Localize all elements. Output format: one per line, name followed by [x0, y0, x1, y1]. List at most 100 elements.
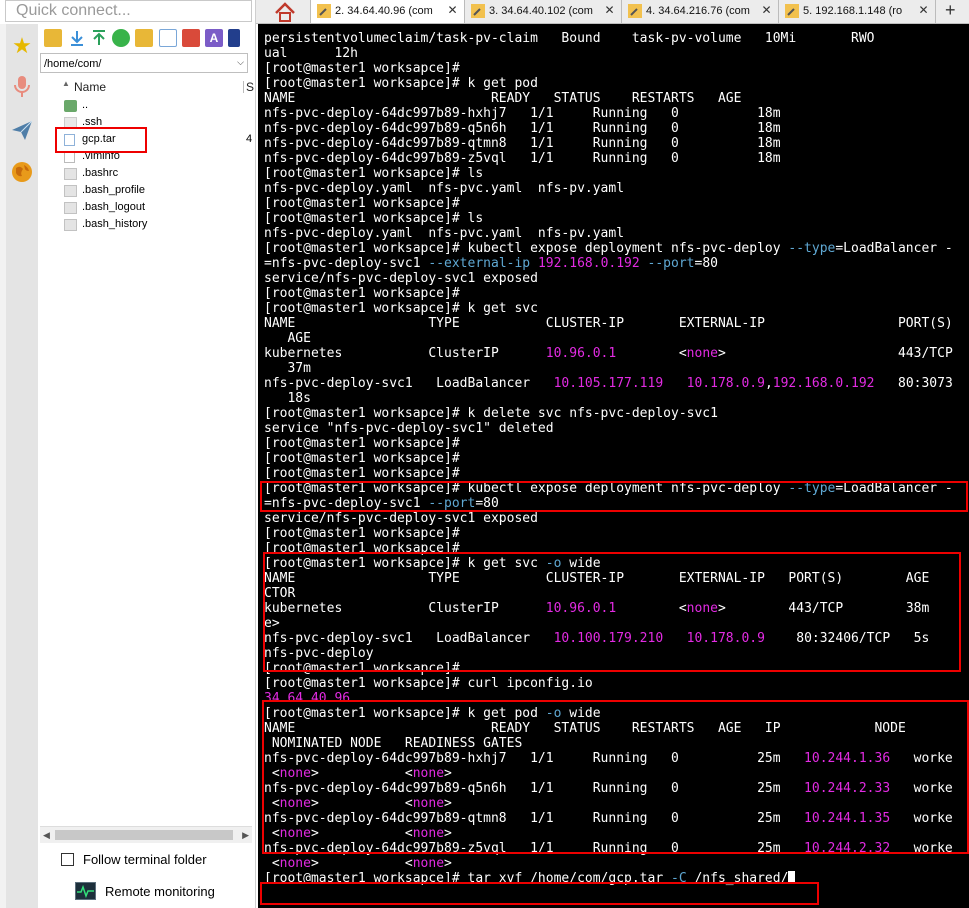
terminal-line: kubernetes ClusterIP 10.96.0.1 <none> 44… — [264, 346, 953, 361]
terminal-line: 18s — [264, 391, 311, 406]
path-selector[interactable]: ⌵ — [40, 53, 248, 73]
folder-up-icon — [64, 100, 77, 112]
terminal[interactable]: persistentvolumeclaim/task-pv-claim Boun… — [258, 24, 969, 908]
refresh-icon[interactable] — [112, 29, 130, 47]
file-browser-panel: ★ A ⌵ ▲ Name S .. — [0, 0, 256, 908]
scroll-right-icon[interactable]: ▶ — [242, 830, 249, 841]
terminal-line: [root@master1 worksapce]# — [264, 61, 460, 76]
close-icon[interactable]: ✕ — [916, 3, 931, 18]
terminal-line: service/nfs-pvc-deploy-svc1 exposed — [264, 271, 538, 286]
column-divider[interactable] — [243, 81, 244, 93]
close-icon[interactable]: ✕ — [445, 3, 460, 18]
tab-session-2[interactable]: 2. 34.64.40.96 (com ✕ — [311, 0, 465, 23]
chevron-down-icon[interactable]: ⌵ — [237, 57, 244, 68]
path-input[interactable] — [41, 55, 227, 73]
paper-plane-icon[interactable] — [10, 118, 34, 142]
microphone-icon[interactable] — [10, 74, 34, 98]
remote-monitoring-label: Remote monitoring — [105, 884, 215, 899]
star-icon[interactable]: ★ — [10, 34, 34, 58]
terminal-line: nfs-pvc-deploy-64dc997b89-qtmn8 1/1 Runn… — [264, 136, 781, 151]
remote-monitoring-button[interactable]: Remote monitoring — [75, 882, 255, 904]
annotation-box-get-svc — [263, 552, 961, 672]
file-list-header: ▲ Name S — [40, 78, 254, 96]
tab-session-4[interactable]: 4. 34.64.216.76 (com ✕ — [622, 0, 779, 23]
terminal-line: nfs-pvc-deploy-64dc997b89-z5vql 1/1 Runn… — [264, 151, 781, 166]
column-size[interactable]: S — [246, 80, 254, 94]
scroll-left-icon[interactable]: ◀ — [43, 830, 50, 841]
terminal-line: NAME TYPE CLUSTER-IP EXTERNAL-IP PORT(S) — [264, 316, 953, 331]
terminal-line: [root@master1 worksapce]# k get pod — [264, 76, 538, 91]
terminal-line: [root@master1 worksapce]# ls — [264, 166, 484, 181]
terminal-line: service "nfs-pvc-deploy-svc1" deleted — [264, 421, 554, 436]
home-tab[interactable] — [256, 0, 311, 23]
upload-icon[interactable] — [90, 29, 108, 47]
list-item[interactable]: .bash_logout — [60, 200, 248, 217]
terminal-line: [root@master1 worksapce]# k delete svc n… — [264, 406, 718, 421]
tab-session-5[interactable]: 5. 192.168.1.148 (ro ✕ — [779, 0, 936, 23]
close-icon[interactable]: ✕ — [759, 3, 774, 18]
wrench-icon — [471, 4, 485, 18]
terminal-line: [root@master1 worksapce]# ls — [264, 211, 484, 226]
terminal-line: persistentvolumeclaim/task-pv-claim Boun… — [264, 31, 875, 46]
file-toolbar: A — [40, 29, 250, 51]
terminal-line: [root@master1 worksapce]# — [264, 526, 460, 541]
file-name: .bash_profile — [82, 184, 145, 196]
properties-icon[interactable] — [228, 29, 240, 47]
wrench-icon — [628, 4, 642, 18]
terminal-line: [root@master1 worksapce]# kubectl expose… — [264, 241, 953, 256]
file-name: .bash_history — [82, 218, 148, 230]
list-item[interactable]: .bashrc — [60, 166, 248, 183]
new-folder-icon[interactable] — [135, 29, 153, 47]
terminal-line: =nfs-pvc-deploy-svc1 --external-ip 192.1… — [264, 256, 718, 271]
file-icon — [64, 168, 77, 180]
tab-label: 2. 34.64.40.96 (com — [335, 5, 433, 17]
follow-terminal-folder-option[interactable]: Follow terminal folder — [61, 852, 251, 870]
terminal-line: [root@master1 worksapce]# — [264, 466, 460, 481]
download-icon[interactable] — [68, 29, 86, 47]
sidebar-icon-strip: ★ — [6, 24, 38, 908]
quick-connect-box[interactable] — [5, 0, 252, 22]
list-item[interactable]: .. — [60, 98, 248, 115]
close-icon[interactable]: ✕ — [602, 3, 617, 18]
new-tab-button[interactable]: + — [936, 0, 969, 23]
terminal-line: ual 12h — [264, 46, 358, 61]
terminal-line: <none> <none> — [264, 856, 452, 871]
terminal-line: NAME READY STATUS RESTARTS AGE — [264, 91, 742, 106]
file-name: .. — [82, 99, 89, 111]
tab-session-3[interactable]: 3. 34.64.40.102 (com ✕ — [465, 0, 622, 23]
wrench-icon — [317, 4, 331, 18]
terminal-line: nfs-pvc-deploy-svc1 LoadBalancer 10.105.… — [264, 376, 953, 391]
column-name[interactable]: Name — [74, 80, 106, 94]
scroll-thumb[interactable] — [55, 830, 233, 840]
file-name: .bash_logout — [82, 201, 145, 213]
quick-connect-input[interactable] — [6, 1, 251, 21]
globe-icon[interactable] — [10, 160, 34, 184]
terminal-line: [root@master1 worksapce]# — [264, 451, 460, 466]
rename-icon[interactable]: A — [205, 29, 223, 47]
terminal-line: nfs-pvc-deploy.yaml nfs-pvc.yaml nfs-pv.… — [264, 226, 625, 241]
sort-arrow-icon: ▲ — [62, 79, 70, 88]
annotation-box-gcp — [55, 127, 147, 153]
session-tab-bar: 2. 34.64.40.96 (com ✕ 3. 34.64.40.102 (c… — [256, 0, 969, 24]
file-size: 4 — [246, 133, 253, 145]
tab-label: 3. 34.64.40.102 (com — [489, 5, 593, 17]
terminal-line: [root@master1 worksapce]# k get svc — [264, 301, 538, 316]
file-icon — [64, 185, 77, 197]
horizontal-scrollbar[interactable]: ◀ ▶ — [40, 826, 252, 843]
terminal-line: AGE — [264, 331, 311, 346]
home-icon — [275, 2, 295, 22]
file-icon — [64, 219, 77, 231]
terminal-line: service/nfs-pvc-deploy-svc1 exposed — [264, 511, 538, 526]
folder-up-icon[interactable] — [44, 29, 62, 47]
delete-icon[interactable] — [182, 29, 200, 47]
annotation-box-tar — [260, 882, 819, 905]
terminal-line: [root@master1 worksapce]# — [264, 196, 460, 211]
new-file-icon[interactable] — [159, 29, 177, 47]
wrench-icon — [785, 4, 799, 18]
terminal-line: nfs-pvc-deploy-64dc997b89-q5n6h 1/1 Runn… — [264, 121, 781, 136]
monitor-icon — [75, 882, 96, 900]
list-item[interactable]: .bash_history — [60, 217, 248, 234]
follow-checkbox[interactable] — [61, 853, 74, 866]
list-item[interactable]: .bash_profile — [60, 183, 248, 200]
terminal-line: [root@master1 worksapce]# — [264, 286, 460, 301]
